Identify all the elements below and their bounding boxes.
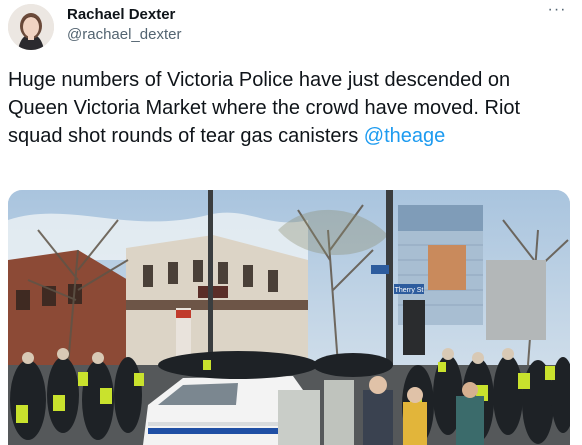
more-horizontal-icon[interactable]: ··· [544,2,570,23]
author-names: Rachael Dexter @rachael_dexter [67,6,181,45]
tweet-text: Huge numbers of Victoria Police have jus… [8,66,568,150]
tweet-header: Rachael Dexter @rachael_dexter ··· [0,0,582,60]
author-display-name[interactable]: Rachael Dexter [67,6,181,24]
street-sign-label: Therry St [395,287,424,294]
street-sign: Therry St [394,284,424,294]
avatar-portrait [8,4,54,50]
protest-photo: Therry St [8,190,570,445]
mention-link[interactable]: @theage [364,125,445,147]
author-handle[interactable]: @rachael_dexter [67,25,181,45]
author-avatar[interactable] [8,4,54,50]
tweet-photo[interactable]: Therry St [8,190,570,445]
